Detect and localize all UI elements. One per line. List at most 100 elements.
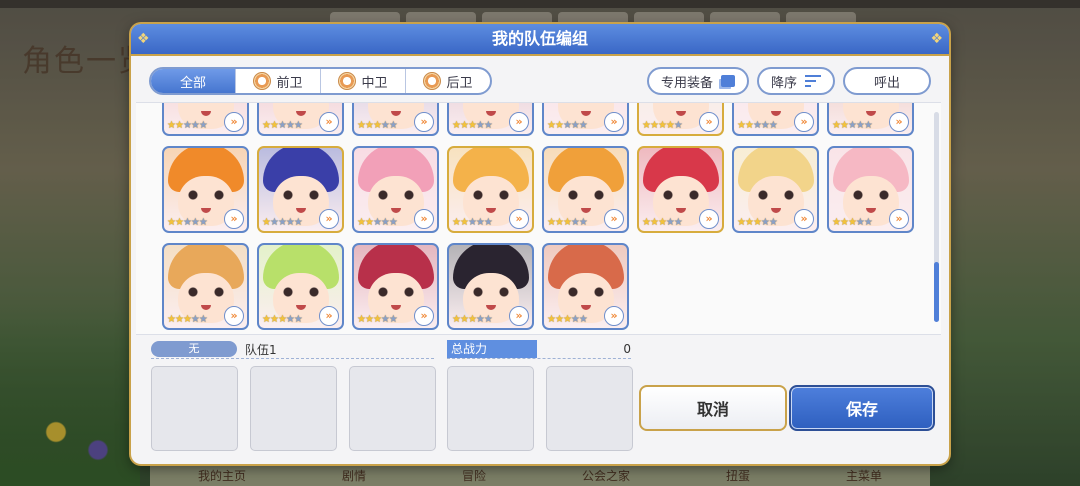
character-card[interactable]: ★★★★★» [732,103,819,136]
character-eyes [663,102,699,103]
scrollbar-thumb[interactable] [934,262,939,322]
position-arrow-icon: » [509,306,529,326]
star-icon: ★ [167,314,176,325]
star-icon: ★ [475,314,485,325]
star-icon: ★ [467,314,477,325]
character-card[interactable]: ★★★★★» [447,146,534,233]
character-grid-panel[interactable]: ★★★★★» ★★★★★» ★★★★★» ★★★★★» ★★★★★» ★★★★★» ★★★★… [136,102,941,335]
position-arrow-icon: » [414,112,434,132]
star-icon: ★ [847,120,857,131]
character-card[interactable]: ★★★★★» [827,102,914,136]
position-arrow-icon: » [604,209,624,229]
character-eyes [283,102,319,103]
character-card[interactable]: ★★★★★» [352,146,439,233]
position-arrow-icon: » [319,209,339,229]
character-eyes [473,287,509,297]
vanguard-role-icon [253,72,272,90]
team-slot-2[interactable] [250,366,337,451]
character-card[interactable]: ★★★★★» [542,243,629,330]
star-icon: ★ [744,120,754,131]
filter-rearguard-tab[interactable]: 后卫 [406,69,490,93]
character-card[interactable]: ★★★★★» [257,243,344,330]
team-slot-4[interactable] [447,366,534,451]
character-eyes [853,102,889,103]
character-card[interactable]: ★★★★★» [162,243,249,330]
star-icon: ★ [855,217,865,228]
button-label: 呼出 [873,75,900,91]
star-icon: ★ [174,120,184,131]
star-icon: ★ [459,314,469,325]
team-info: 无 队伍1 [151,340,277,358]
character-card[interactable]: ★★★★★» [162,103,249,136]
character-card[interactable]: ★★★★★» [162,146,249,233]
character-card[interactable]: ★★★★★» [447,103,534,136]
star-icon: ★ [547,217,556,228]
total-power: 总战力 0 [447,340,631,358]
star-icon: ★ [388,217,398,228]
star-icon: ★ [357,217,366,228]
star-icon: ★ [372,314,382,325]
character-card[interactable]: ★★★★★» [542,102,629,136]
star-icon: ★ [277,217,287,228]
character-card[interactable]: ★★★★★» [827,146,914,233]
filter-midguard-tab[interactable]: 中卫 [321,69,406,93]
star-icon: ★ [649,120,659,131]
character-card[interactable]: ★★★★★» [637,102,724,136]
character-eyes [568,102,604,103]
star-icon: ★ [475,120,485,131]
character-card[interactable]: ★★★★★» [352,103,439,136]
filter-all-tab[interactable]: 全部 [151,69,236,93]
star-rating: ★★★★★ [167,217,208,228]
team-slot-5[interactable] [546,366,633,451]
star-icon: ★ [483,217,493,228]
star-icon: ★ [285,120,295,131]
star-icon: ★ [269,314,279,325]
filter-vanguard-tab[interactable]: 前卫 [236,69,321,93]
cancel-button[interactable]: 取消 [639,385,787,431]
grid-scrollbar[interactable] [934,112,939,322]
role-filter-tabs: 全部 前卫 中卫 后卫 [149,67,492,95]
star-icon: ★ [752,217,762,228]
star-icon: ★ [452,314,461,325]
character-card[interactable]: ★★★★★» [637,146,724,233]
star-icon: ★ [357,314,366,325]
star-icon: ★ [665,217,675,228]
star-rating: ★★★★★ [642,217,683,228]
star-icon: ★ [198,314,208,325]
position-arrow-icon: » [414,209,434,229]
star-icon: ★ [863,217,873,228]
character-card[interactable]: ★★★★★» [352,243,439,330]
exclusive-equipment-button[interactable]: 专用装备 [646,67,749,95]
star-rating: ★★★★★ [832,217,873,228]
star-icon: ★ [380,120,390,131]
star-icon: ★ [855,120,865,131]
star-icon: ★ [293,314,303,325]
position-arrow-icon: » [224,112,244,132]
team-slot-3[interactable] [349,366,436,451]
save-button[interactable]: 保存 [789,385,935,431]
star-rating: ★★★★★ [547,217,588,228]
star-icon: ★ [262,314,271,325]
star-icon: ★ [459,120,469,131]
star-rating: ★★★★★ [737,120,778,131]
call-button[interactable]: 呼出 [843,67,931,95]
character-card[interactable]: ★★★★★» [257,102,344,136]
star-rating: ★★★★★ [452,314,493,325]
character-card[interactable]: ★★★★★ » [542,146,629,233]
star-icon: ★ [554,217,564,228]
star-icon: ★ [665,120,675,131]
star-icon: ★ [269,217,279,228]
character-card[interactable]: ★★★★★» [732,146,819,233]
star-icon: ★ [570,120,580,131]
star-icon: ★ [673,217,683,228]
star-icon: ★ [372,217,382,228]
team-slot-1[interactable] [151,366,238,451]
character-grid: ★★★★★» ★★★★★» ★★★★★» ★★★★★» ★★★★★» ★★★★★» ★★★★… [162,102,914,330]
star-icon: ★ [744,217,754,228]
sort-order-button[interactable]: 降序 [756,67,835,95]
sort-icon [805,75,821,87]
character-card[interactable]: ★★★★★» [257,146,344,233]
toolbar-buttons: 专用装备 降序 呼出 [646,67,931,95]
character-eyes [378,190,414,200]
character-card[interactable]: ★★★★★ » [447,243,534,330]
